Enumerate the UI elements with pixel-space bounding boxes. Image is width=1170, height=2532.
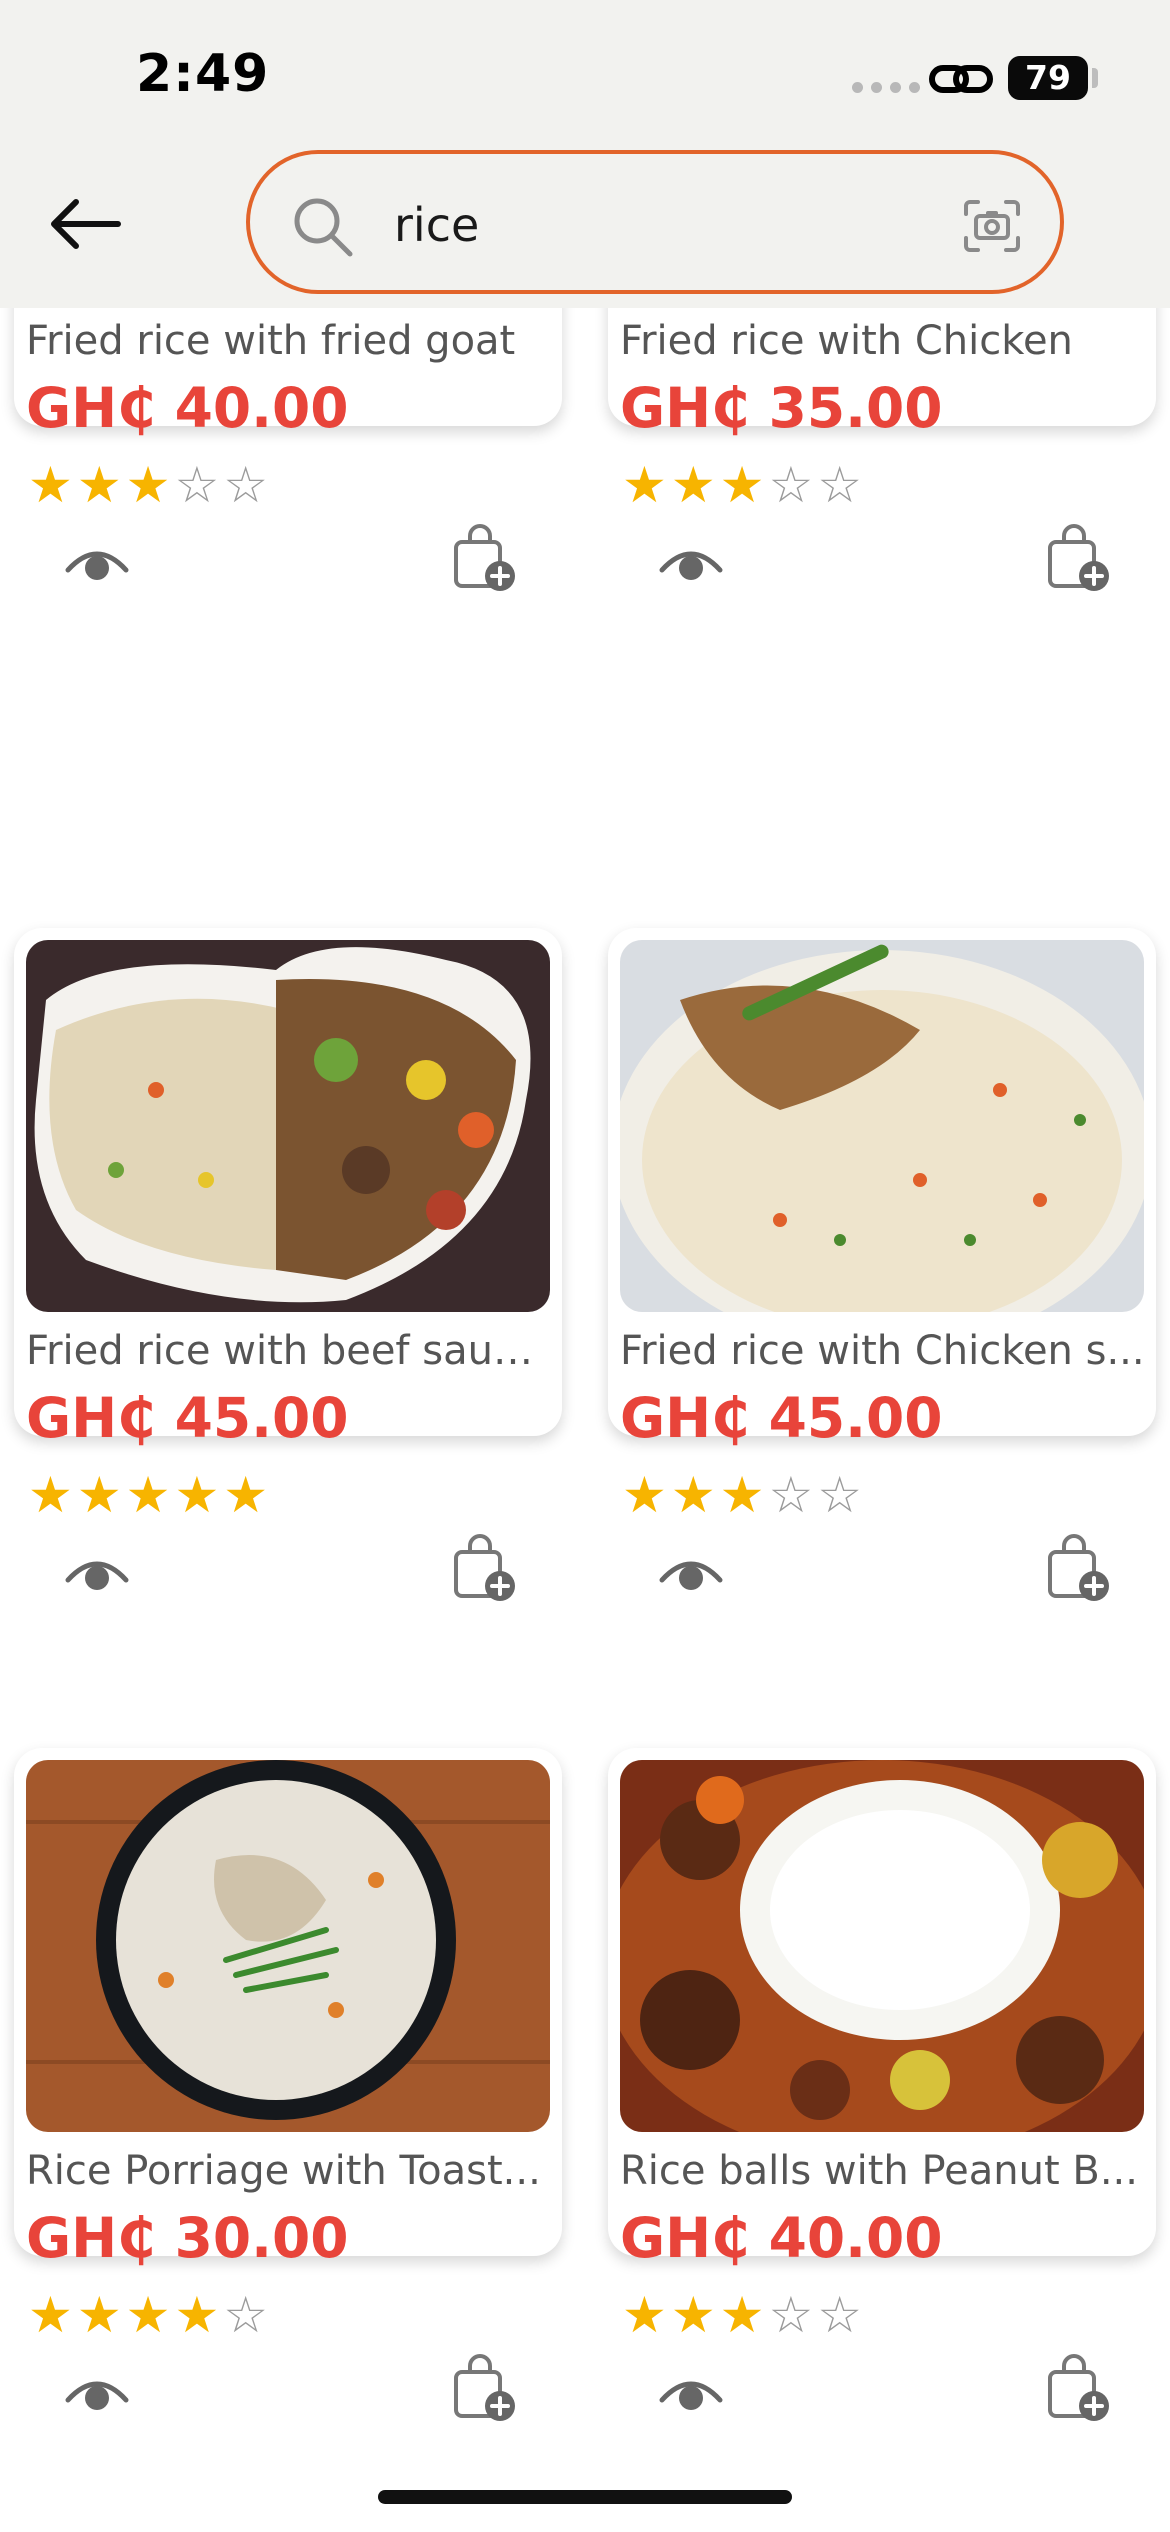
eye-icon[interactable] [64, 1546, 130, 1598]
product-price: GH₵ 45.00 [620, 1386, 943, 1450]
rating-stars: ★★★★☆ [28, 2286, 273, 2344]
product-name: Rice Porriage with Toast... [26, 2148, 541, 2194]
camera-icon[interactable] [962, 198, 1022, 254]
home-indicator[interactable] [378, 2490, 792, 2504]
signal-icon [852, 82, 920, 93]
product-name: Fried rice with fried goat [26, 318, 516, 364]
status-time: 2:49 [136, 44, 270, 104]
rating-stars: ★★★☆☆ [622, 2286, 867, 2344]
eye-icon[interactable] [658, 2366, 724, 2418]
rating-stars: ★★★☆☆ [622, 1466, 867, 1524]
search-header [0, 150, 1170, 308]
product-card[interactable]: Fried rice with beef sauc... GH₵ 45.00 ★… [14, 928, 562, 1601]
product-grid: Fried rice with fried goat GH₵ 40.00 ★★★… [0, 0, 1170, 2532]
eye-icon[interactable] [64, 536, 130, 588]
product-card[interactable]: Rice Porriage with Toast... GH₵ 30.00 ★★… [14, 1748, 562, 2421]
search-icon [294, 198, 353, 257]
status-bar: 2:49 79 [0, 0, 1170, 150]
cart-add-icon[interactable] [450, 1532, 518, 1604]
product-price: GH₵ 35.00 [620, 376, 943, 440]
eye-icon[interactable] [64, 2366, 130, 2418]
link-icon [929, 65, 993, 93]
product-name: Rice balls with Peanut B... [620, 2148, 1138, 2194]
rating-stars: ★★★☆☆ [622, 456, 867, 514]
search-input[interactable] [392, 186, 876, 264]
product-image[interactable] [26, 940, 550, 1312]
product-card[interactable]: Rice balls with Peanut B... GH₵ 40.00 ★★… [608, 1748, 1156, 2421]
battery-indicator: 79 [1008, 56, 1088, 100]
product-image[interactable] [620, 1760, 1144, 2132]
cart-add-icon[interactable] [1044, 2352, 1112, 2424]
product-image[interactable] [26, 1760, 550, 2132]
product-price: GH₵ 40.00 [620, 2206, 943, 2270]
battery-tip [1092, 68, 1098, 88]
product-name: Fried rice with beef sauc... [26, 1328, 552, 1374]
product-card[interactable]: Fried rice with Chicken s... GH₵ 45.00 ★… [608, 928, 1156, 1601]
cart-add-icon[interactable] [450, 522, 518, 594]
cart-add-icon[interactable] [450, 2352, 518, 2424]
product-price: GH₵ 40.00 [26, 376, 349, 440]
cart-add-icon[interactable] [1044, 522, 1112, 594]
cart-add-icon[interactable] [1044, 1532, 1112, 1604]
product-name: Fried rice with Chicken [620, 318, 1073, 364]
eye-icon[interactable] [658, 1546, 724, 1598]
rating-stars: ★★★★★ [28, 1466, 273, 1524]
product-price: GH₵ 30.00 [26, 2206, 349, 2270]
arrow-left-icon[interactable] [46, 194, 122, 254]
product-image[interactable] [620, 940, 1144, 1312]
product-name: Fried rice with Chicken s... [620, 1328, 1145, 1374]
search-bar[interactable] [246, 150, 1064, 294]
eye-icon[interactable] [658, 536, 724, 588]
product-price: GH₵ 45.00 [26, 1386, 349, 1450]
rating-stars: ★★★☆☆ [28, 456, 273, 514]
